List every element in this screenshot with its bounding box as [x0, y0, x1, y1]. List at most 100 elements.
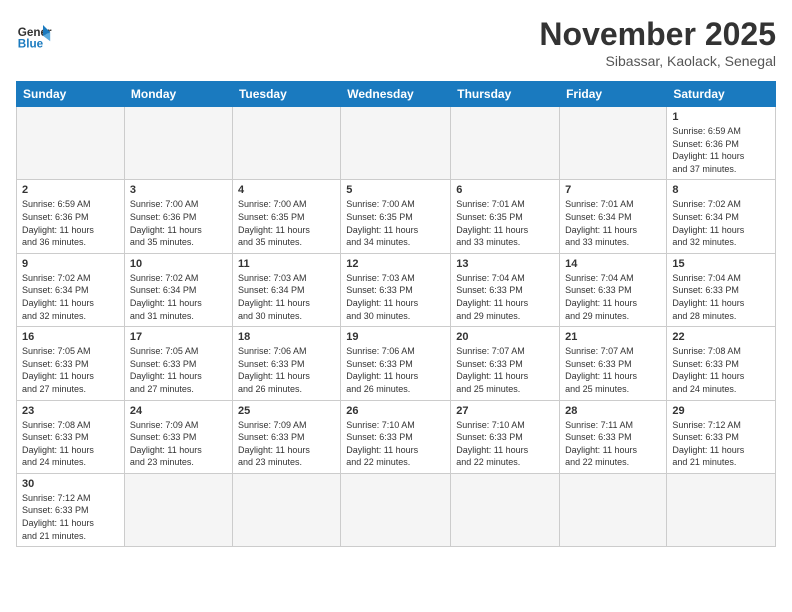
calendar-cell: 16Sunrise: 7:05 AM Sunset: 6:33 PM Dayli… — [17, 327, 125, 400]
calendar-cell: 17 Sunrise: 7:05 AM Sunset: 6:33 PM Dayli… — [124, 327, 232, 400]
day-info: Sunrise: 7:00 AM Sunset: 6:35 PM Dayligh… — [346, 198, 445, 248]
calendar-cell: 29 Sunrise: 7:12 AM Sunset: 6:33 PM Dayli… — [667, 400, 776, 473]
day-info: Sunrise: 7:06 AM Sunset: 6:33 PM Dayligh… — [238, 345, 335, 395]
day-number: 1 — [672, 111, 770, 123]
day-info: Sunrise: 7:02 AM Sunset: 6:34 PM Dayligh… — [672, 198, 770, 248]
calendar-cell: 3 Sunrise: 7:00 AM Sunset: 6:36 PM Daylig… — [124, 180, 232, 253]
day-number: 13 — [456, 258, 554, 270]
calendar-cell — [451, 473, 560, 546]
calendar-week-row: 9Sunrise: 7:02 AM Sunset: 6:34 PM Daylig… — [17, 253, 776, 326]
day-number: 28 — [565, 405, 661, 417]
calendar-cell — [667, 473, 776, 546]
calendar-cell: 21 Sunrise: 7:07 AM Sunset: 6:33 PM Dayli… — [560, 327, 667, 400]
calendar-cell: 8 Sunrise: 7:02 AM Sunset: 6:34 PM Daylig… — [667, 180, 776, 253]
day-info: Sunrise: 7:08 AM Sunset: 6:33 PM Dayligh… — [672, 345, 770, 395]
calendar-cell — [232, 473, 340, 546]
day-number: 8 — [672, 184, 770, 196]
title-block: November 2025 Sibassar, Kaolack, Senegal — [539, 16, 776, 69]
calendar-week-row: 30 Sunrise: 7:12 AM Sunset: 6:33 PM Dayli… — [17, 473, 776, 546]
day-info: Sunrise: 7:12 AM Sunset: 6:33 PM Dayligh… — [672, 419, 770, 469]
day-info: Sunrise: 7:07 AM Sunset: 6:33 PM Dayligh… — [565, 345, 661, 395]
calendar-cell: 18Sunrise: 7:06 AM Sunset: 6:33 PM Dayli… — [232, 327, 340, 400]
calendar-cell: 11Sunrise: 7:03 AM Sunset: 6:34 PM Dayli… — [232, 253, 340, 326]
day-number: 26 — [346, 405, 445, 417]
calendar-cell: 2Sunrise: 6:59 AM Sunset: 6:36 PM Daylig… — [17, 180, 125, 253]
logo-icon: General Blue — [16, 16, 52, 52]
day-info: Sunrise: 7:10 AM Sunset: 6:33 PM Dayligh… — [456, 419, 554, 469]
day-number: 22 — [672, 331, 770, 343]
calendar-cell: 9Sunrise: 7:02 AM Sunset: 6:34 PM Daylig… — [17, 253, 125, 326]
day-number: 27 — [456, 405, 554, 417]
col-header-wednesday: Wednesday — [341, 82, 451, 107]
calendar-cell — [124, 107, 232, 180]
calendar-cell — [341, 107, 451, 180]
day-number: 11 — [238, 258, 335, 270]
day-number: 23 — [22, 405, 119, 417]
col-header-friday: Friday — [560, 82, 667, 107]
calendar-week-row: 16 Sunrise: 7:05 AM Sunset: 6:33 PM Dayli… — [17, 327, 776, 400]
day-info: Sunrise: 7:04 AM Sunset: 6:33 PM Dayligh… — [672, 272, 770, 322]
calendar-cell: 14 Sunrise: 7:04 AM Sunset: 6:33 PM Dayli… — [560, 253, 667, 326]
calendar-week-row: 2Sunrise: 6:59 AM Sunset: 6:36 PM Daylig… — [17, 180, 776, 253]
calendar-cell: 19 Sunrise: 7:06 AM Sunset: 6:33 PM Dayli… — [341, 327, 451, 400]
calendar-cell: 27 Sunrise: 7:10 AM Sunset: 6:33 PM Dayli… — [451, 400, 560, 473]
day-number: 30 — [22, 478, 119, 490]
day-number: 7 — [565, 184, 661, 196]
calendar-week-row: 1Sunrise: 6:59 AM Sunset: 6:36 PM Daylig… — [17, 107, 776, 180]
day-info: Sunrise: 7:09 AM Sunset: 6:33 PM Dayligh… — [238, 419, 335, 469]
calendar-cell: 28 Sunrise: 7:11 AM Sunset: 6:33 PM Dayli… — [560, 400, 667, 473]
day-number: 14 — [565, 258, 661, 270]
calendar-cell: 1Sunrise: 6:59 AM Sunset: 6:36 PM Daylig… — [667, 107, 776, 180]
day-info: Sunrise: 6:59 AM Sunset: 6:36 PM Dayligh… — [22, 198, 119, 248]
page-header: General Blue November 2025 Sibassar, Kao… — [16, 16, 776, 69]
day-number: 15 — [672, 258, 770, 270]
logo: General Blue — [16, 16, 52, 52]
day-info: Sunrise: 7:09 AM Sunset: 6:33 PM Dayligh… — [130, 419, 227, 469]
day-number: 16 — [22, 331, 119, 343]
calendar-cell: 15 Sunrise: 7:04 AM Sunset: 6:33 PM Dayli… — [667, 253, 776, 326]
day-number: 29 — [672, 405, 770, 417]
day-number: 5 — [346, 184, 445, 196]
col-header-thursday: Thursday — [451, 82, 560, 107]
calendar-cell: 22 Sunrise: 7:08 AM Sunset: 6:33 PM Dayli… — [667, 327, 776, 400]
col-header-tuesday: Tuesday — [232, 82, 340, 107]
day-info: Sunrise: 7:08 AM Sunset: 6:33 PM Dayligh… — [22, 419, 119, 469]
day-number: 19 — [346, 331, 445, 343]
month-title: November 2025 — [539, 16, 776, 53]
day-number: 21 — [565, 331, 661, 343]
day-info: Sunrise: 7:12 AM Sunset: 6:33 PM Dayligh… — [22, 492, 119, 542]
day-info: Sunrise: 7:04 AM Sunset: 6:33 PM Dayligh… — [456, 272, 554, 322]
day-info: Sunrise: 7:02 AM Sunset: 6:34 PM Dayligh… — [22, 272, 119, 322]
day-number: 3 — [130, 184, 227, 196]
day-info: Sunrise: 7:10 AM Sunset: 6:33 PM Dayligh… — [346, 419, 445, 469]
calendar-cell: 25Sunrise: 7:09 AM Sunset: 6:33 PM Dayli… — [232, 400, 340, 473]
calendar-cell — [560, 107, 667, 180]
calendar-header-row: SundayMondayTuesdayWednesdayThursdayFrid… — [17, 82, 776, 107]
calendar-cell: 12Sunrise: 7:03 AM Sunset: 6:33 PM Dayli… — [341, 253, 451, 326]
day-info: Sunrise: 7:11 AM Sunset: 6:33 PM Dayligh… — [565, 419, 661, 469]
day-info: Sunrise: 7:07 AM Sunset: 6:33 PM Dayligh… — [456, 345, 554, 395]
calendar-cell — [17, 107, 125, 180]
calendar-cell — [124, 473, 232, 546]
calendar-cell: 10 Sunrise: 7:02 AM Sunset: 6:34 PM Dayli… — [124, 253, 232, 326]
day-info: Sunrise: 7:05 AM Sunset: 6:33 PM Dayligh… — [130, 345, 227, 395]
calendar-cell: 5 Sunrise: 7:00 AM Sunset: 6:35 PM Daylig… — [341, 180, 451, 253]
day-info: Sunrise: 7:06 AM Sunset: 6:33 PM Dayligh… — [346, 345, 445, 395]
col-header-saturday: Saturday — [667, 82, 776, 107]
day-number: 17 — [130, 331, 227, 343]
day-info: Sunrise: 7:00 AM Sunset: 6:35 PM Dayligh… — [238, 198, 335, 248]
calendar-table: SundayMondayTuesdayWednesdayThursdayFrid… — [16, 81, 776, 547]
calendar-cell: 26 Sunrise: 7:10 AM Sunset: 6:33 PM Dayli… — [341, 400, 451, 473]
day-info: Sunrise: 7:04 AM Sunset: 6:33 PM Dayligh… — [565, 272, 661, 322]
calendar-cell: 30 Sunrise: 7:12 AM Sunset: 6:33 PM Dayli… — [17, 473, 125, 546]
calendar-cell: 7Sunrise: 7:01 AM Sunset: 6:34 PM Daylig… — [560, 180, 667, 253]
calendar-cell — [451, 107, 560, 180]
day-number: 10 — [130, 258, 227, 270]
calendar-cell: 24Sunrise: 7:09 AM Sunset: 6:33 PM Dayli… — [124, 400, 232, 473]
day-info: Sunrise: 7:02 AM Sunset: 6:34 PM Dayligh… — [130, 272, 227, 322]
calendar-cell — [341, 473, 451, 546]
col-header-monday: Monday — [124, 82, 232, 107]
day-info: Sunrise: 7:00 AM Sunset: 6:36 PM Dayligh… — [130, 198, 227, 248]
day-number: 4 — [238, 184, 335, 196]
svg-text:Blue: Blue — [18, 38, 44, 51]
